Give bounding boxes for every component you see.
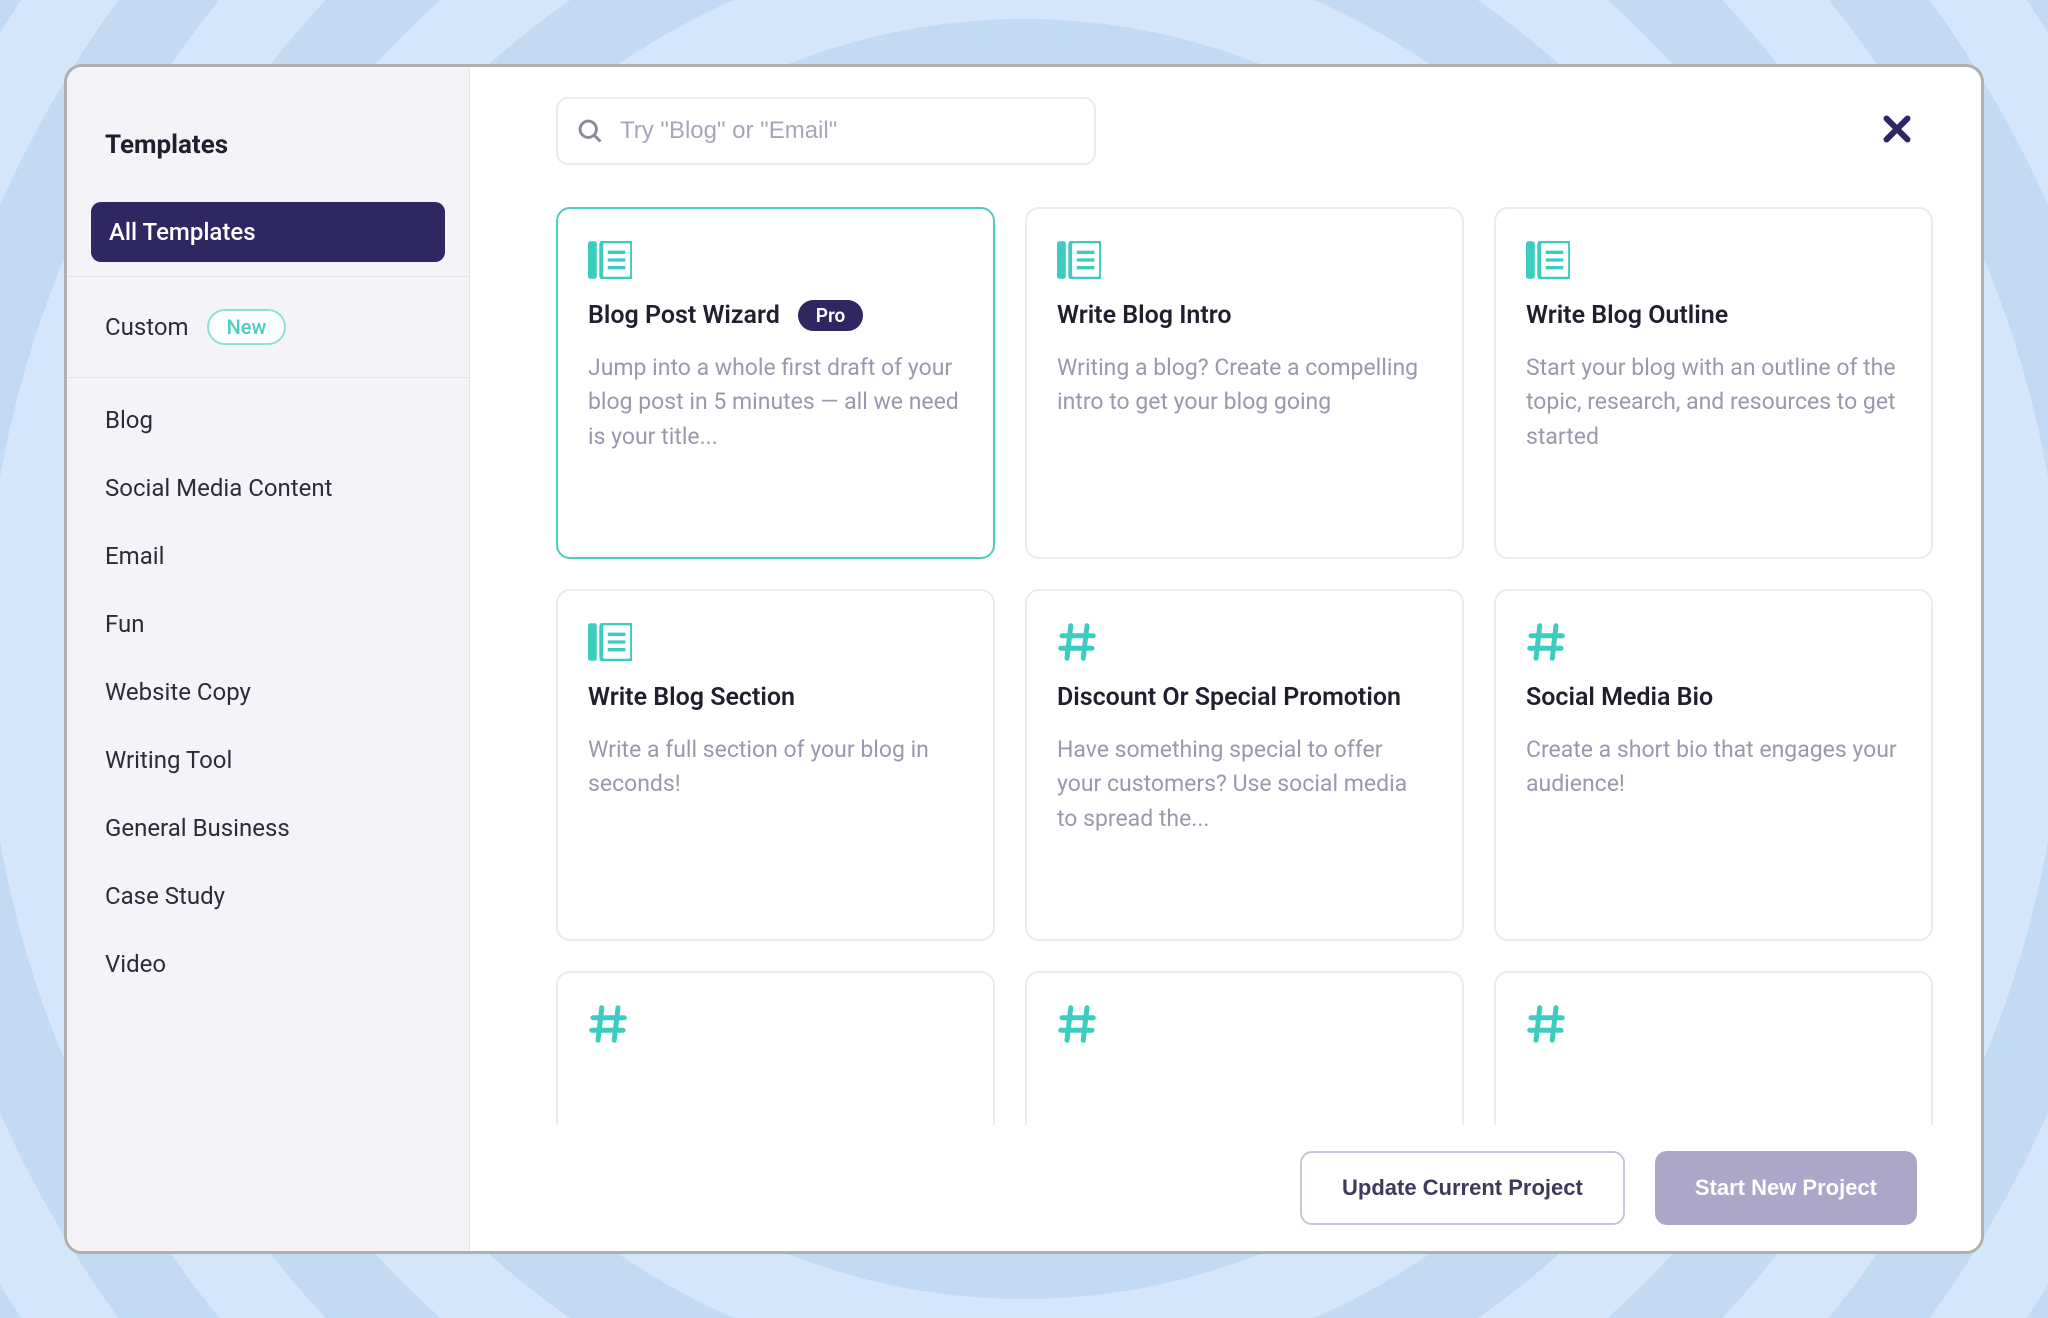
pro-badge: Pro xyxy=(798,300,864,331)
sidebar-item-label: Custom xyxy=(105,313,189,341)
template-card-write-blog-outline[interactable]: Write Blog Outline Start your blog with … xyxy=(1494,207,1933,559)
card-title: Write Blog Outline xyxy=(1526,299,1728,333)
sidebar-item-writing-tool[interactable]: Writing Tool xyxy=(67,726,469,794)
template-card-blog-post-wizard[interactable]: Blog Post Wizard Pro Jump into a whole f… xyxy=(556,207,995,559)
sidebar-item-label: General Business xyxy=(105,814,290,842)
card-title: Write Blog Section xyxy=(588,681,795,715)
sidebar-separator xyxy=(67,377,469,378)
footer: Update Current Project Start New Project xyxy=(470,1125,1981,1251)
sidebar-title: Templates xyxy=(67,102,469,202)
document-icon xyxy=(588,621,963,663)
sidebar-item-label: Case Study xyxy=(105,882,225,910)
template-card[interactable] xyxy=(1494,971,1933,1125)
sidebar-item-label: Website Copy xyxy=(105,678,251,706)
sidebar-item-label: Email xyxy=(105,542,164,570)
document-icon xyxy=(1526,239,1901,281)
sidebar-item-label: Writing Tool xyxy=(105,746,232,774)
card-title-row: Blog Post Wizard Pro xyxy=(588,299,963,333)
sidebar: Templates All Templates Custom New Blog … xyxy=(67,67,470,1251)
sidebar-item-custom[interactable]: Custom New xyxy=(67,285,469,369)
template-card-write-blog-intro[interactable]: Write Blog Intro Writing a blog? Create … xyxy=(1025,207,1464,559)
card-description: Have something special to offer your cus… xyxy=(1057,733,1432,837)
sidebar-item-video[interactable]: Video xyxy=(67,930,469,998)
hash-icon xyxy=(1526,1003,1901,1045)
card-title: Discount Or Special Promotion xyxy=(1057,681,1401,715)
search-icon xyxy=(576,117,604,145)
top-bar xyxy=(470,67,1981,185)
search-wrap xyxy=(556,97,1096,165)
sidebar-item-social-media-content[interactable]: Social Media Content xyxy=(67,454,469,522)
template-card-discount-promotion[interactable]: Discount Or Special Promotion Have somet… xyxy=(1025,589,1464,941)
sidebar-separator xyxy=(67,276,469,277)
start-new-project-button[interactable]: Start New Project xyxy=(1655,1151,1917,1225)
main-content: Blog Post Wizard Pro Jump into a whole f… xyxy=(470,67,1981,1251)
hash-icon xyxy=(1526,621,1901,663)
card-title-row: Write Blog Outline xyxy=(1526,299,1901,333)
card-title: Blog Post Wizard xyxy=(588,299,780,333)
sidebar-item-general-business[interactable]: General Business xyxy=(67,794,469,862)
sidebar-item-all-templates[interactable]: All Templates xyxy=(91,202,445,262)
card-description: Writing a blog? Create a compelling intr… xyxy=(1057,351,1432,420)
sidebar-item-label: Fun xyxy=(105,610,145,638)
templates-modal: Templates All Templates Custom New Blog … xyxy=(64,64,1984,1254)
update-current-project-button[interactable]: Update Current Project xyxy=(1300,1151,1625,1225)
search-input[interactable] xyxy=(556,97,1096,165)
hash-icon xyxy=(1057,1003,1432,1045)
close-button[interactable] xyxy=(1871,103,1923,159)
template-card-write-blog-section[interactable]: Write Blog Section Write a full section … xyxy=(556,589,995,941)
templates-grid: Blog Post Wizard Pro Jump into a whole f… xyxy=(556,207,1933,1125)
card-title-row: Discount Or Special Promotion xyxy=(1057,681,1432,715)
sidebar-item-label: All Templates xyxy=(109,218,256,246)
hash-icon xyxy=(1057,621,1432,663)
card-description: Write a full section of your blog in sec… xyxy=(588,733,963,802)
card-title-row: Write Blog Section xyxy=(588,681,963,715)
sidebar-item-blog[interactable]: Blog xyxy=(67,386,469,454)
card-description: Jump into a whole first draft of your bl… xyxy=(588,351,963,455)
sidebar-item-label: Video xyxy=(105,950,166,978)
card-title-row: Write Blog Intro xyxy=(1057,299,1432,333)
document-icon xyxy=(588,239,963,281)
card-title-row: Social Media Bio xyxy=(1526,681,1901,715)
template-card[interactable] xyxy=(556,971,995,1125)
template-card[interactable] xyxy=(1025,971,1464,1125)
card-title: Write Blog Intro xyxy=(1057,299,1232,333)
new-badge: New xyxy=(207,309,287,345)
template-card-social-media-bio[interactable]: Social Media Bio Create a short bio that… xyxy=(1494,589,1933,941)
sidebar-item-website-copy[interactable]: Website Copy xyxy=(67,658,469,726)
card-description: Create a short bio that engages your aud… xyxy=(1526,733,1901,802)
hash-icon xyxy=(588,1003,963,1045)
templates-grid-container[interactable]: Blog Post Wizard Pro Jump into a whole f… xyxy=(470,185,1981,1125)
sidebar-item-email[interactable]: Email xyxy=(67,522,469,590)
sidebar-item-fun[interactable]: Fun xyxy=(67,590,469,658)
sidebar-item-label: Social Media Content xyxy=(105,474,332,502)
sidebar-item-case-study[interactable]: Case Study xyxy=(67,862,469,930)
card-description: Start your blog with an outline of the t… xyxy=(1526,351,1901,455)
close-icon xyxy=(1879,111,1915,147)
document-icon xyxy=(1057,239,1432,281)
sidebar-item-label: Blog xyxy=(105,406,153,434)
card-title: Social Media Bio xyxy=(1526,681,1713,715)
